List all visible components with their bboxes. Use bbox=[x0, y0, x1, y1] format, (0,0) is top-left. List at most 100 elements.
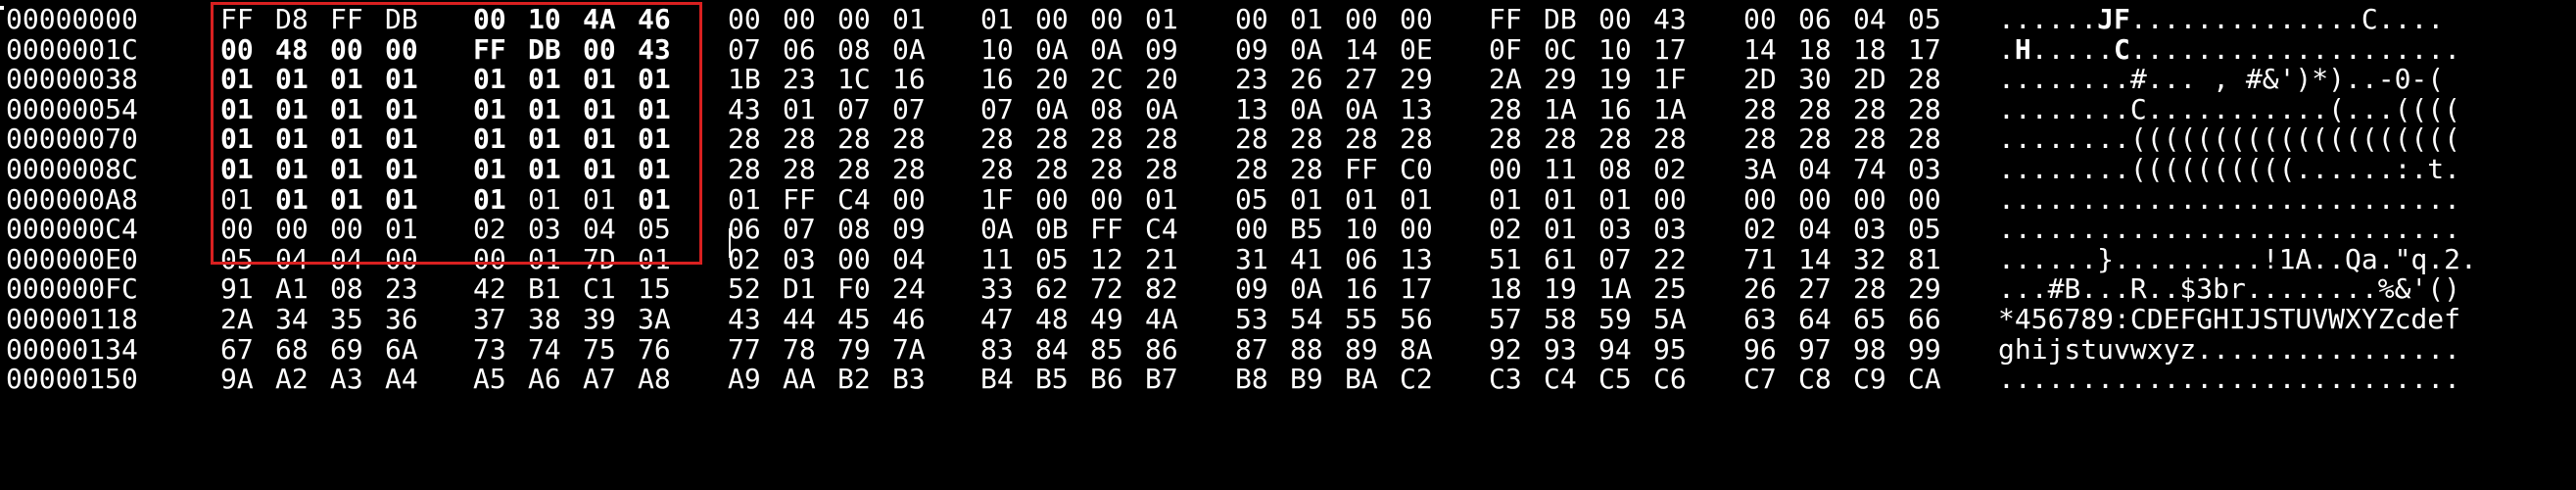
hex-byte[interactable]: C9 bbox=[1853, 363, 1886, 396]
hex-byte[interactable]: 34 bbox=[275, 303, 309, 336]
hex-byte[interactable]: 02 bbox=[1653, 153, 1687, 186]
hex-byte[interactable]: 85 bbox=[1090, 333, 1123, 367]
hex-byte[interactable]: 35 bbox=[330, 303, 363, 336]
hex-byte[interactable]: 28 bbox=[728, 153, 761, 186]
hex-byte[interactable]: 28 bbox=[1853, 122, 1886, 156]
hex-byte[interactable]: 03 bbox=[1908, 153, 1941, 186]
hex-byte[interactable]: 56 bbox=[1400, 303, 1433, 336]
hex-byte[interactable]: 28 bbox=[1145, 122, 1178, 156]
hex-byte[interactable]: A8 bbox=[638, 363, 671, 396]
hex-byte[interactable]: 17 bbox=[1400, 272, 1433, 306]
hex-byte[interactable]: 71 bbox=[1743, 243, 1777, 276]
hex-byte[interactable]: 43 bbox=[728, 303, 761, 336]
hex-byte[interactable]: B5 bbox=[1290, 213, 1323, 246]
hex-byte[interactable]: B9 bbox=[1290, 363, 1323, 396]
hex-byte[interactable]: 29 bbox=[1400, 63, 1433, 96]
hex-byte[interactable]: 1F bbox=[980, 183, 1014, 217]
ascii-text[interactable]: ........((((((((((......:.t. bbox=[1998, 153, 2460, 186]
hex-byte[interactable]: 28 bbox=[892, 153, 926, 186]
hex-byte[interactable]: 5A bbox=[1653, 303, 1687, 336]
hex-byte[interactable]: 6A bbox=[385, 333, 418, 367]
hex-byte[interactable]: 28 bbox=[1798, 93, 1832, 126]
hex-byte[interactable]: 04 bbox=[892, 243, 926, 276]
hex-byte[interactable]: 01 bbox=[1544, 213, 1577, 246]
hex-byte[interactable]: 72 bbox=[1090, 272, 1123, 306]
hex-byte[interactable]: 37 bbox=[473, 303, 506, 336]
hex-byte[interactable]: 2A bbox=[1489, 63, 1522, 96]
hex-byte[interactable]: 33 bbox=[980, 272, 1014, 306]
hex-byte[interactable]: 00 bbox=[728, 3, 761, 36]
hex-byte[interactable]: FF bbox=[1345, 153, 1378, 186]
hex-byte[interactable]: F0 bbox=[837, 272, 871, 306]
hex-byte[interactable]: 28 bbox=[1489, 122, 1522, 156]
ascii-text[interactable]: ......}.........!1A..Qa."q.2. bbox=[1998, 243, 2477, 276]
hex-byte[interactable]: 14 bbox=[1743, 33, 1777, 67]
ascii-text[interactable]: ghijstuvwxyz................ bbox=[1998, 333, 2460, 367]
hex-byte[interactable]: C8 bbox=[1798, 363, 1832, 396]
hex-byte[interactable]: 20 bbox=[1145, 63, 1178, 96]
hex-byte[interactable]: B7 bbox=[1145, 363, 1178, 396]
hex-byte[interactable]: 69 bbox=[330, 333, 363, 367]
hex-byte[interactable]: 28 bbox=[1853, 272, 1886, 306]
hex-byte[interactable]: 88 bbox=[1290, 333, 1323, 367]
hex-byte[interactable]: 46 bbox=[892, 303, 926, 336]
hex-byte[interactable]: 28 bbox=[1290, 153, 1323, 186]
hex-byte[interactable]: 01 bbox=[892, 3, 926, 36]
hex-byte[interactable]: 14 bbox=[1345, 33, 1378, 67]
hex-byte[interactable]: 01 bbox=[1598, 183, 1632, 217]
hex-byte[interactable]: 43 bbox=[728, 93, 761, 126]
hex-byte[interactable]: 0A bbox=[892, 33, 926, 67]
hex-byte[interactable]: 23 bbox=[385, 272, 418, 306]
hex-byte[interactable]: A3 bbox=[330, 363, 363, 396]
hex-byte[interactable]: 16 bbox=[980, 63, 1014, 96]
hex-byte[interactable]: 4A bbox=[1145, 303, 1178, 336]
hex-byte[interactable]: A4 bbox=[385, 363, 418, 396]
hex-byte[interactable]: 09 bbox=[1235, 33, 1268, 67]
hex-byte[interactable]: 07 bbox=[728, 33, 761, 67]
ascii-text[interactable]: ........(((((((((((((((((((( bbox=[1998, 122, 2460, 156]
hex-byte[interactable]: 87 bbox=[1235, 333, 1268, 367]
hex-byte[interactable]: 19 bbox=[1598, 63, 1632, 96]
hex-byte[interactable]: 13 bbox=[1400, 243, 1433, 276]
hex-byte[interactable]: 78 bbox=[783, 333, 816, 367]
ascii-text[interactable]: ........#... , #&')*)..-0-( bbox=[1998, 63, 2444, 96]
hex-byte[interactable]: 62 bbox=[1035, 272, 1069, 306]
hex-byte[interactable]: B2 bbox=[837, 363, 871, 396]
hex-byte[interactable]: 0F bbox=[1489, 33, 1522, 67]
hex-byte[interactable]: 28 bbox=[783, 122, 816, 156]
ascii-text[interactable]: .H.....C.................... bbox=[1998, 33, 2460, 67]
hex-byte[interactable]: B5 bbox=[1035, 363, 1069, 396]
hex-byte[interactable]: 06 bbox=[783, 33, 816, 67]
hex-byte[interactable]: 79 bbox=[837, 333, 871, 367]
hex-byte[interactable]: 00 bbox=[1400, 3, 1433, 36]
hex-byte[interactable]: CA bbox=[1908, 363, 1941, 396]
hex-byte[interactable]: 23 bbox=[783, 63, 816, 96]
ascii-text[interactable]: ......JF..............C.... bbox=[1998, 3, 2444, 36]
hex-byte[interactable]: 1B bbox=[728, 63, 761, 96]
hex-byte[interactable]: 00 bbox=[1400, 213, 1433, 246]
hex-byte[interactable]: C0 bbox=[1400, 153, 1433, 186]
hex-byte[interactable]: 94 bbox=[1598, 333, 1632, 367]
hex-byte[interactable]: 0E bbox=[1400, 33, 1433, 67]
hex-byte[interactable]: 18 bbox=[1489, 272, 1522, 306]
hex-byte[interactable]: 0A bbox=[1090, 33, 1123, 67]
hex-byte[interactable]: 00 bbox=[1235, 213, 1268, 246]
hex-byte[interactable]: 24 bbox=[892, 272, 926, 306]
hex-byte[interactable]: 00 bbox=[1598, 3, 1632, 36]
hex-byte[interactable]: C3 bbox=[1489, 363, 1522, 396]
hex-byte[interactable]: 96 bbox=[1743, 333, 1777, 367]
hex-byte[interactable]: 18 bbox=[1853, 33, 1886, 67]
hex-byte[interactable]: 28 bbox=[783, 153, 816, 186]
hex-byte[interactable]: 31 bbox=[1235, 243, 1268, 276]
hex-byte[interactable]: 03 bbox=[1653, 213, 1687, 246]
hex-byte[interactable]: 45 bbox=[837, 303, 871, 336]
hex-byte[interactable]: 27 bbox=[1798, 272, 1832, 306]
hex-byte[interactable]: C4 bbox=[1544, 363, 1577, 396]
hex-byte[interactable]: 53 bbox=[1235, 303, 1268, 336]
hex-byte[interactable]: 21 bbox=[1145, 243, 1178, 276]
hex-byte[interactable]: 00 bbox=[1853, 183, 1886, 217]
hex-byte[interactable]: A5 bbox=[473, 363, 506, 396]
hex-byte[interactable]: 0A bbox=[1290, 93, 1323, 126]
hex-byte[interactable]: 17 bbox=[1653, 33, 1687, 67]
hex-byte[interactable]: C4 bbox=[837, 183, 871, 217]
